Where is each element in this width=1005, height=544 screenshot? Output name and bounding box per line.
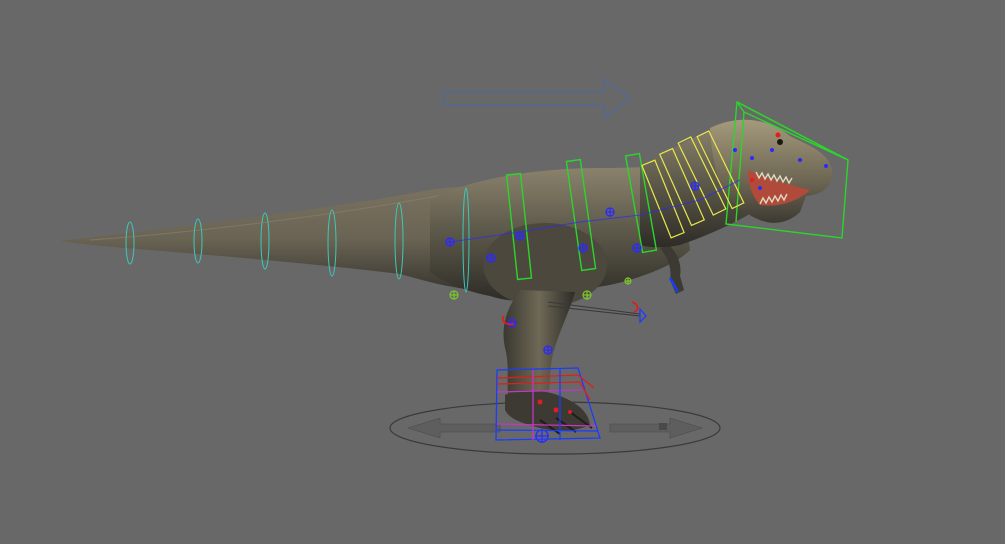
joint-crosshair-icon	[507, 318, 517, 328]
root-marker	[659, 423, 667, 430]
3d-viewport[interactable]	[0, 0, 1005, 544]
joint-crosshair-icon	[543, 345, 553, 355]
joint-crosshair-icon	[486, 253, 496, 263]
direction-arrow-icon[interactable]	[443, 77, 632, 120]
joint-crosshair-icon	[515, 231, 525, 241]
pole-vector-icon	[639, 307, 647, 324]
joint-crosshair-icon	[690, 181, 700, 191]
joint-crosshair-icon	[632, 243, 642, 253]
scene-canvas[interactable]	[0, 0, 1005, 544]
joint-crosshair-icon	[445, 237, 455, 247]
joint-crosshair-icon	[578, 243, 588, 253]
joint-crosshair-icon	[605, 207, 615, 217]
root-arrow-right-icon	[609, 417, 704, 439]
root-arrow-left-icon	[406, 417, 501, 439]
eye	[777, 139, 783, 145]
leg[interactable]	[503, 290, 575, 405]
